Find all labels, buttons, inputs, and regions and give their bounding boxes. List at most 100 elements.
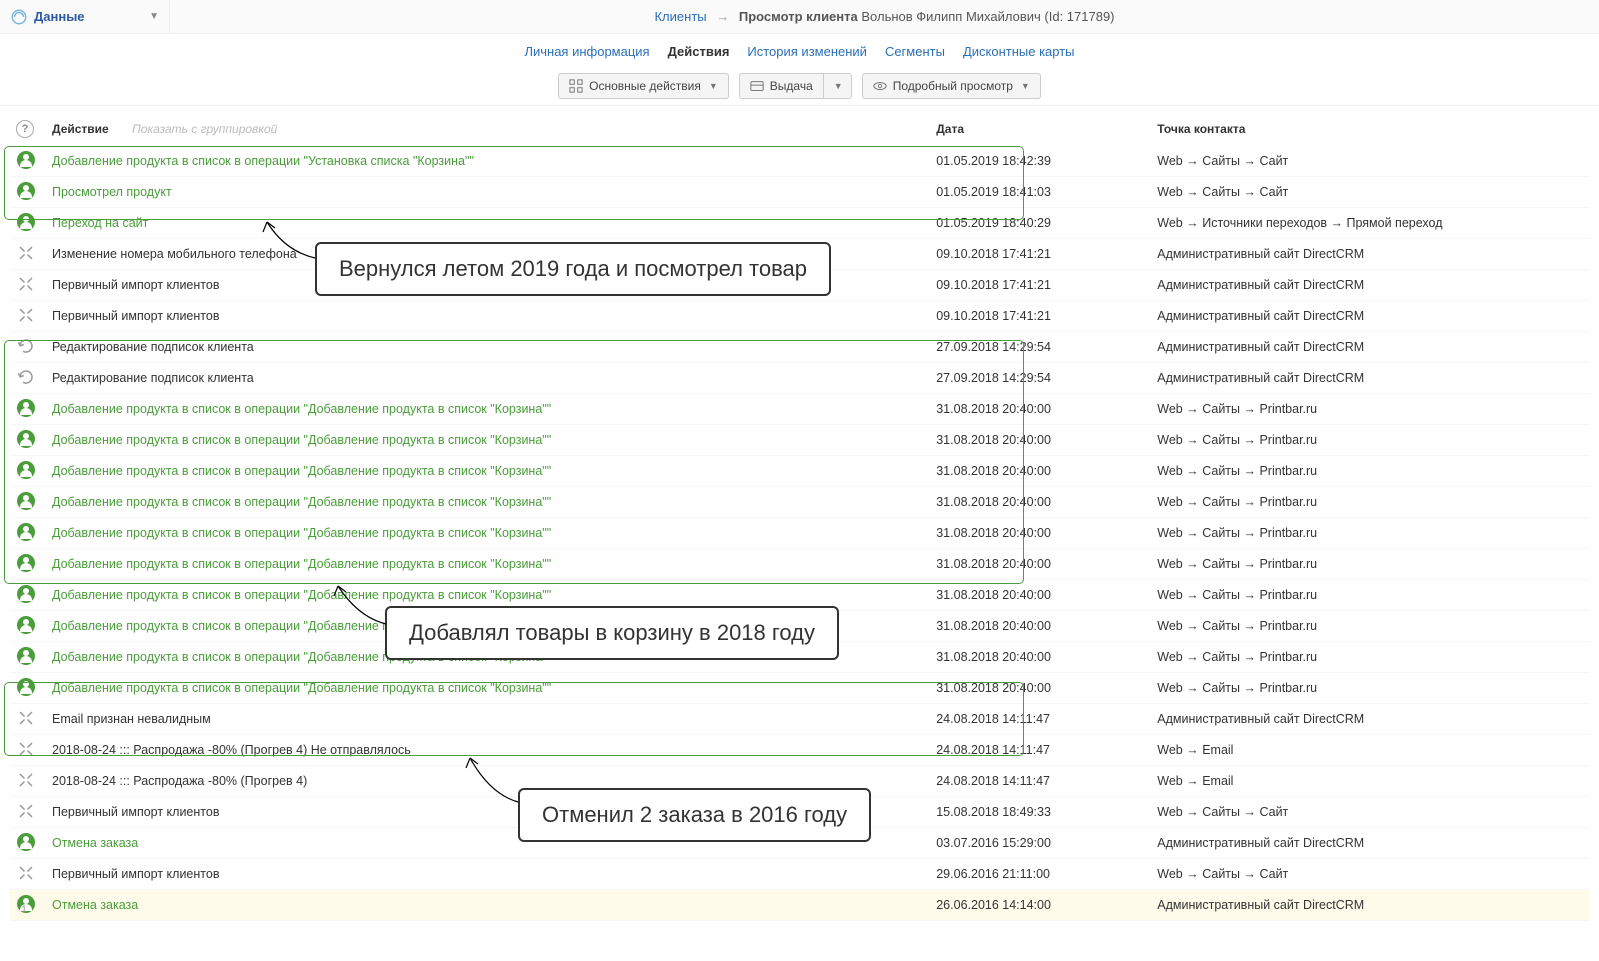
row-icon-cell (10, 642, 46, 673)
row-point: Административный сайт DirectCRM (1157, 712, 1364, 726)
row-point-cell: Web → Сайты → Сайт (1151, 146, 1589, 177)
row-date-cell: 26.06.2016 14:14:00 (930, 890, 1151, 921)
help-icon[interactable]: ? (16, 120, 34, 138)
table-row[interactable]: Добавление продукта в список в операции … (10, 549, 1589, 580)
row-icon-cell (10, 859, 46, 890)
row-action-cell: 2018-08-24 ::: Распродажа -80% (Прогрев … (46, 735, 930, 766)
issue-caret-button[interactable]: ▼ (823, 73, 852, 99)
row-icon-cell (10, 270, 46, 301)
tab-segments[interactable]: Сегменты (885, 44, 945, 65)
table-row[interactable]: Добавление продукта в список в операции … (10, 456, 1589, 487)
row-date-cell: 31.08.2018 20:40:00 (930, 394, 1151, 425)
row-icon-cell (10, 208, 46, 239)
table-row[interactable]: Добавление продукта в список в операции … (10, 394, 1589, 425)
table-row[interactable]: Добавление продукта в список в операции … (10, 487, 1589, 518)
row-action-cell: Добавление продукта в список в операции … (46, 549, 930, 580)
caret-down-icon: ▼ (834, 81, 843, 91)
row-action-cell: Добавление продукта в список в операции … (46, 146, 930, 177)
main-actions-button[interactable]: Основные действия ▼ (558, 73, 729, 99)
annotation-2019: Вернулся летом 2019 года и посмотрел тов… (315, 242, 831, 296)
detailed-view-button[interactable]: Подробный просмотр ▼ (862, 73, 1041, 99)
table-row[interactable]: Добавление продукта в список в операции … (10, 425, 1589, 456)
row-point: Web → Email (1157, 774, 1233, 788)
row-action[interactable]: Отмена заказа (52, 836, 138, 850)
help-col: ? (10, 106, 46, 146)
row-icon-cell (10, 394, 46, 425)
row-point-cell: Web → Сайты → Printbar.ru (1151, 425, 1589, 456)
row-action-cell: Добавление продукта в список в операции … (46, 673, 930, 704)
row-action[interactable]: Добавление продукта в список в операции … (52, 433, 551, 447)
tabs-row: Личная информация Действия История измен… (0, 34, 1599, 106)
row-point: Web → Сайты → Сайт (1157, 805, 1288, 819)
row-action[interactable]: Добавление продукта в список в операции … (52, 402, 551, 416)
table-row[interactable]: Первичный импорт клиентов09.10.2018 17:4… (10, 301, 1589, 332)
row-point: Web → Сайты → Printbar.ru (1157, 495, 1317, 509)
row-date-cell: 09.10.2018 17:41:21 (930, 239, 1151, 270)
row-action: Первичный импорт клиентов (52, 278, 219, 292)
row-point: Административный сайт DirectCRM (1157, 340, 1364, 354)
person-icon: 1 (16, 894, 36, 914)
row-action[interactable]: Добавление продукта в список в операции … (52, 526, 551, 540)
row-point-cell: Web → Сайты → Printbar.ru (1151, 642, 1589, 673)
table-row[interactable]: Первичный импорт клиентов 29.06.2016 21:1… (10, 859, 1589, 890)
table-row[interactable]: Редактирование подписок клиента27.09.201… (10, 363, 1589, 394)
main-actions-label: Основные действия (589, 79, 701, 93)
undo-icon (16, 336, 36, 356)
table-row[interactable]: Добавление продукта в список в операции … (10, 673, 1589, 704)
breadcrumb-clients[interactable]: Клиенты (654, 9, 706, 24)
row-point-cell: Web → Сайты → Сайт (1151, 797, 1589, 828)
row-action[interactable]: Отмена заказа (52, 898, 138, 912)
row-point: Web → Сайты → Printbar.ru (1157, 526, 1317, 540)
row-icon-cell (10, 239, 46, 270)
tools-icon (16, 305, 36, 325)
row-action: Изменение номера мобильного телефона (52, 247, 297, 261)
table-row[interactable]: Добавление продукта в список в операции … (10, 146, 1589, 177)
row-action[interactable]: Добавление продукта в список в операции … (52, 464, 551, 478)
row-action[interactable]: Добавление продукта в список в операции … (52, 681, 551, 695)
data-menu[interactable]: Данные ▼ (0, 0, 170, 33)
tools-icon (16, 708, 36, 728)
row-date: 31.08.2018 20:40:00 (936, 588, 1051, 602)
row-icon-cell (10, 735, 46, 766)
row-date-cell: 31.08.2018 20:40:00 (930, 580, 1151, 611)
row-date: 31.08.2018 20:40:00 (936, 464, 1051, 478)
row-date: 26.06.2016 14:14:00 (936, 898, 1051, 912)
row-date-cell: 31.08.2018 20:40:00 (930, 673, 1151, 704)
tab-discount[interactable]: Дисконтные карты (963, 44, 1075, 65)
row-point-cell: Административный сайт DirectCRM (1151, 270, 1589, 301)
row-date-cell: 31.08.2018 20:40:00 (930, 549, 1151, 580)
show-with-grouping[interactable]: Показать с группировкой (132, 122, 277, 136)
topbar: Данные ▼ Клиенты → Просмотр клиента Воль… (0, 0, 1599, 34)
table-row[interactable]: 2018-08-24 ::: Распродажа -80% (Прогрев … (10, 735, 1589, 766)
table-row[interactable]: Редактирование подписок клиента27.09.201… (10, 332, 1589, 363)
row-action[interactable]: Добавление продукта в список в операции … (52, 154, 474, 168)
row-action[interactable]: Добавление продукта в список в операции … (52, 557, 551, 571)
table-row[interactable]: Просмотрел продукт01.05.2019 18:41:03Web… (10, 177, 1589, 208)
annotation-2018: Добавлял товары в корзину в 2018 году (385, 606, 839, 660)
row-action[interactable]: Переход на сайт (52, 216, 148, 230)
issue-button[interactable]: Выдача (739, 73, 823, 99)
tab-actions[interactable]: Действия (668, 44, 730, 65)
row-date-cell: 29.06.2016 21:11:00 (930, 859, 1151, 890)
row-action: Первичный импорт клиентов (52, 867, 219, 881)
row-action-cell: Редактирование подписок клиента (46, 363, 930, 394)
tab-history[interactable]: История изменений (747, 44, 867, 65)
row-date: 03.07.2016 15:29:00 (936, 836, 1051, 850)
row-action[interactable]: Добавление продукта в список в операции … (52, 495, 551, 509)
row-point: Web → Сайты → Printbar.ru (1157, 433, 1317, 447)
row-date: 29.06.2016 21:11:00 (936, 867, 1050, 881)
action-buttons: Основные действия ▼ Выдача ▼ Подробный п… (558, 73, 1041, 99)
table-row[interactable]: Добавление продукта в список в операции … (10, 518, 1589, 549)
person-icon (16, 615, 36, 635)
row-date: 15.08.2018 18:49:33 (936, 805, 1051, 819)
tab-personal[interactable]: Личная информация (524, 44, 649, 65)
row-icon-cell (10, 146, 46, 177)
table-row[interactable]: 1Отмена заказа26.06.2016 14:14:00Админис… (10, 890, 1589, 921)
table-row[interactable]: Переход на сайт01.05.2019 18:40:29Web → … (10, 208, 1589, 239)
row-action[interactable]: Просмотрел продукт (52, 185, 172, 199)
row-icon-cell (10, 177, 46, 208)
row-action[interactable]: Добавление продукта в список в операции … (52, 588, 551, 602)
table-row[interactable]: Email признан невалидным24.08.2018 14:11… (10, 704, 1589, 735)
row-icon-cell (10, 828, 46, 859)
person-icon (16, 429, 36, 449)
